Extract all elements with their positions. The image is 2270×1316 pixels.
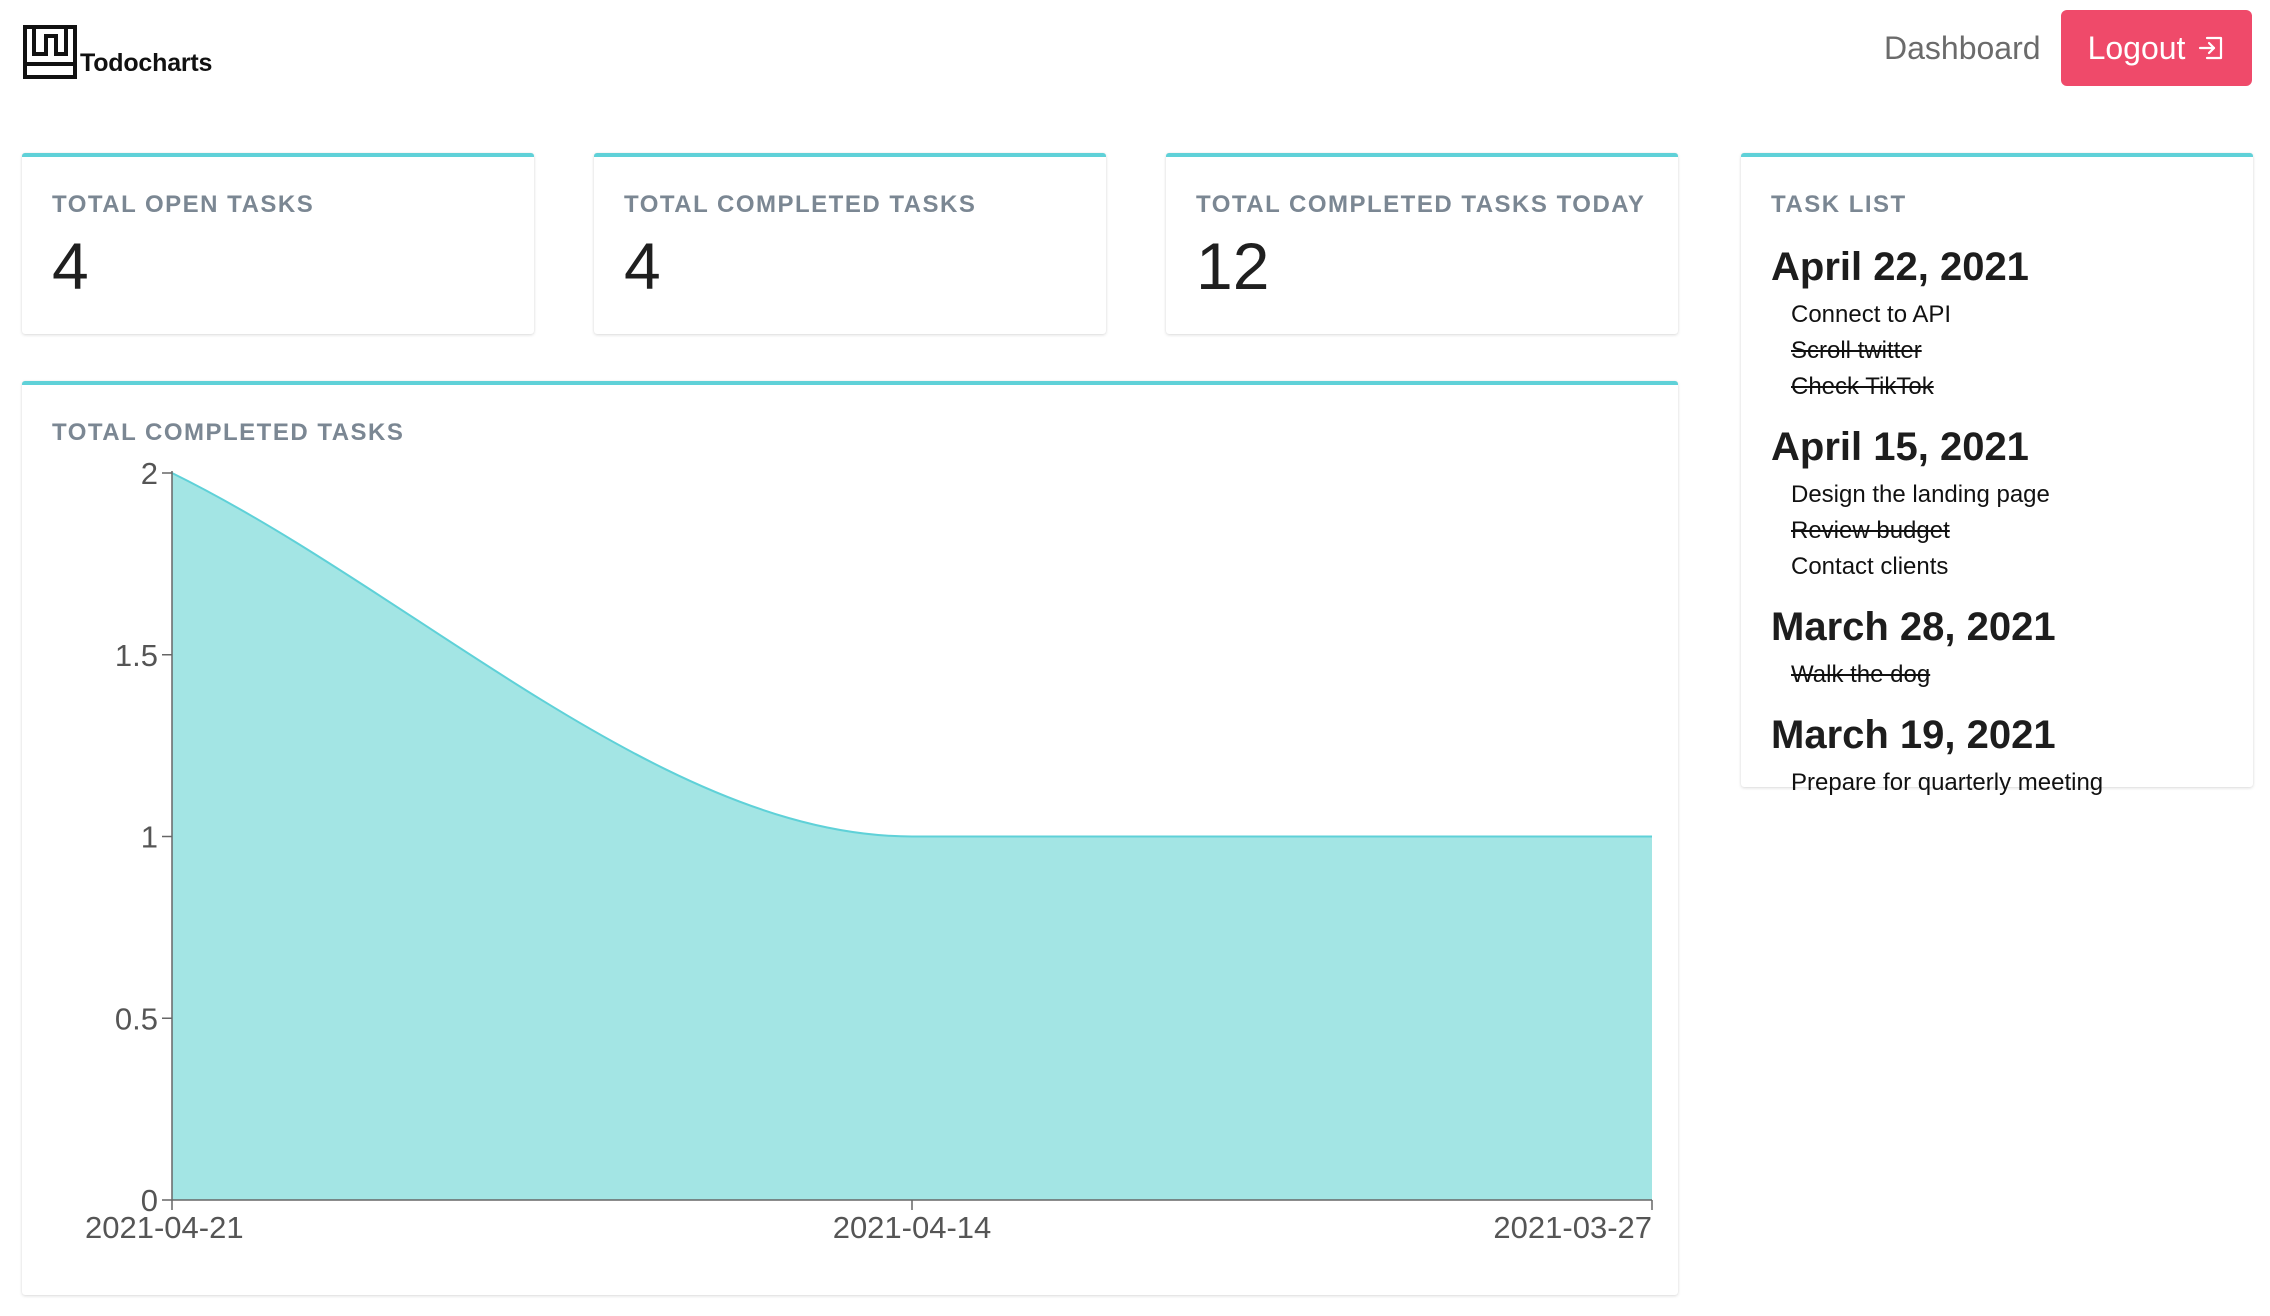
task-group-date: March 19, 2021 (1771, 713, 2056, 757)
stat-card-completed-tasks: TOTAL COMPLETED TASKS 4 (594, 153, 1106, 334)
nav-dashboard-link[interactable]: Dashboard (1884, 28, 2041, 68)
task-list-card: TASK LIST April 22, 2021 Connect to API Sc… (1741, 153, 2253, 796)
task-list-label: TASK LIST (1771, 191, 1907, 218)
brand-name: Todocharts (80, 49, 213, 77)
brand-logo[interactable]: Todocharts (22, 24, 212, 80)
task-item[interactable]: Contact clients (1771, 549, 2241, 585)
task-group-date: April 15, 2021 (1771, 425, 2029, 469)
stat-card-completed-today: TOTAL COMPLETED TASKS TODAY 12 (1166, 153, 1678, 334)
x-tick-label: 2021-04-14 (833, 1210, 992, 1245)
stat-label: TOTAL COMPLETED TASKS (624, 191, 977, 218)
y-tick-label: 1 (141, 820, 158, 855)
task-item-completed[interactable]: Check TikTok (1771, 369, 2241, 405)
task-group-date: April 22, 2021 (1771, 245, 2029, 289)
logout-icon (2199, 36, 2223, 60)
task-item-completed[interactable]: Scroll twitter (1771, 333, 2241, 369)
completed-tasks-chart-card: TOTAL COMPLETED TASKS 0 0.5 1 1.5 2 2021-04-2… (22, 381, 1678, 1295)
x-tick-label: 2021-03-27 (1493, 1210, 1652, 1245)
stat-label: TOTAL OPEN TASKS (52, 191, 315, 218)
todocharts-logo-icon (23, 25, 77, 79)
x-tick-label: 2021-04-21 (85, 1210, 244, 1245)
task-list: April 22, 2021 Connect to API Scroll twitt… (1771, 243, 2241, 801)
stat-label: TOTAL COMPLETED TASKS TODAY (1196, 191, 1646, 218)
logout-button-label: Logout (2087, 29, 2186, 66)
task-item[interactable]: Connect to API (1771, 297, 2241, 333)
completed-tasks-area-chart: 00.511.522021-04-21 2021-04-14 2021-03-27 (85, 456, 1653, 1245)
stat-card-open-tasks: TOTAL OPEN TASKS 4 (22, 153, 534, 334)
y-tick-label: 1.5 (115, 638, 158, 673)
logout-button[interactable]: Logout (2061, 10, 2252, 86)
dashboard-page: Todocharts Dashboard Logout TOTAL OPEN T… (0, 0, 2270, 1316)
task-item[interactable]: Prepare for quarterly meeting (1771, 765, 2241, 801)
y-tick-label: 2 (141, 456, 158, 491)
task-item-completed[interactable]: Walk the dog (1771, 657, 2241, 693)
stat-value: 4 (52, 229, 89, 303)
task-group-date: March 28, 2021 (1771, 605, 2056, 649)
stat-value: 4 (624, 229, 661, 303)
top-navbar: Todocharts Dashboard Logout (0, 0, 2270, 130)
stat-value: 12 (1196, 229, 1270, 303)
y-tick-label: 0.5 (115, 1001, 158, 1036)
task-item[interactable]: Design the landing page (1771, 477, 2241, 513)
task-item-completed[interactable]: Review budget (1771, 513, 2241, 549)
